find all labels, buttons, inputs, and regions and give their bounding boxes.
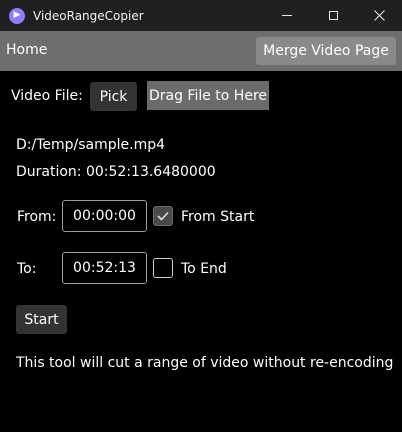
from-time-input[interactable]: 00:00:00 [62, 200, 147, 232]
from-start-checkbox[interactable] [153, 206, 173, 226]
description-text: This tool will cut a range of video with… [16, 355, 394, 371]
nav-bar: Home Merge Video Page [0, 31, 402, 71]
checkmark-icon [157, 211, 169, 221]
home-nav-item[interactable]: Home [6, 42, 47, 58]
pick-button[interactable]: Pick [90, 82, 137, 111]
minimize-button[interactable] [264, 0, 310, 31]
title-bar: ▶ VideoRangeCopier [0, 0, 402, 31]
maximize-icon [328, 11, 338, 20]
window-title: VideoRangeCopier [33, 8, 144, 23]
merge-video-page-button[interactable]: Merge Video Page [256, 37, 396, 65]
start-button[interactable]: Start [16, 305, 67, 334]
drop-zone[interactable]: Drag File to Here [147, 81, 269, 110]
video-file-label: Video File: [11, 88, 83, 104]
to-end-label: To End [181, 261, 227, 277]
to-time-input[interactable]: 00:52:13 [62, 252, 147, 284]
file-path-text: D:/Temp/sample.mp4 [16, 137, 166, 153]
app-icon: ▶ [9, 7, 25, 24]
from-label: From: [17, 209, 57, 225]
close-icon [373, 10, 385, 21]
from-start-label: From Start [181, 209, 255, 225]
close-button[interactable] [356, 0, 402, 31]
to-end-checkbox[interactable] [153, 258, 173, 278]
maximize-button[interactable] [310, 0, 356, 31]
duration-text: Duration: 00:52:13.6480000 [16, 164, 216, 180]
minimize-icon [282, 15, 292, 16]
to-label: To: [17, 261, 37, 277]
